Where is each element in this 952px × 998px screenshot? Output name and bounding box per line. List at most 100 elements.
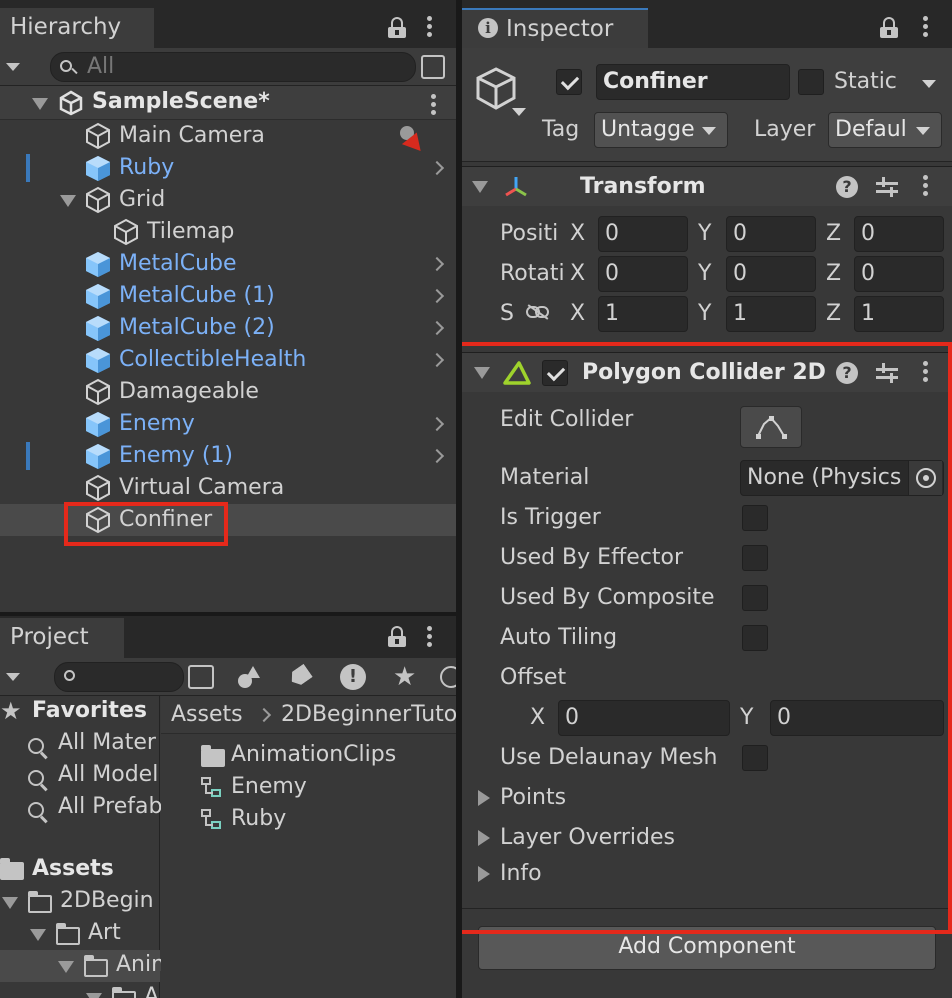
lock-icon[interactable] xyxy=(388,17,406,38)
scene-expand-arrow[interactable] xyxy=(32,98,48,110)
file-item[interactable]: Enemy xyxy=(231,772,307,802)
file-item[interactable]: Ruby xyxy=(231,804,286,834)
axis-label-y: Y xyxy=(698,221,712,246)
breadcrumb-assets[interactable]: Assets xyxy=(171,700,243,730)
tree-expand-arrow[interactable] xyxy=(58,961,74,973)
hierarchy-item-label: Ruby xyxy=(119,155,175,180)
hierarchy-item[interactable]: Enemy xyxy=(0,408,456,440)
breadcrumb: Assets 2DBeginnerTuto xyxy=(161,696,456,734)
scene-row[interactable]: SampleScene* xyxy=(0,86,456,120)
chevron-right-icon[interactable] xyxy=(429,448,445,464)
search-filter-icon-handle xyxy=(40,783,48,791)
transform-z-value: 1 xyxy=(861,301,875,326)
file-item[interactable]: AnimationClips xyxy=(231,740,396,770)
inspector-menu-icon[interactable] xyxy=(922,16,928,40)
transform-z-field[interactable]: 1 xyxy=(854,296,944,332)
prefab-cube-icon xyxy=(86,284,110,309)
hierarchy-item[interactable]: MetalCube (1) xyxy=(0,280,456,312)
project-search-icon xyxy=(64,670,75,681)
hierarchy-item-label: Main Camera xyxy=(119,123,265,148)
transform-row-label: Rotati xyxy=(500,261,565,286)
project-add-dropdown-icon[interactable] xyxy=(6,673,20,681)
hierarchy-item[interactable]: MetalCube (2) xyxy=(0,312,456,344)
favorite-item[interactable]: All Prefab xyxy=(58,792,162,822)
prefab-cube-icon xyxy=(86,252,110,277)
favorites-label[interactable]: Favorites xyxy=(32,696,147,726)
project-maximize-icon[interactable] xyxy=(188,665,214,689)
animator-controller-icon xyxy=(201,809,223,831)
hierarchy-item-label: Tilemap xyxy=(147,219,235,244)
project-lock-icon[interactable] xyxy=(388,626,406,647)
add-component-label: Add Component xyxy=(618,934,796,959)
hierarchy-item[interactable]: CollectibleHealth xyxy=(0,344,456,376)
favorite-item[interactable]: All Mater xyxy=(58,728,156,758)
log-filter-icon[interactable]: ! xyxy=(340,664,366,690)
chevron-right-icon[interactable] xyxy=(429,352,445,368)
hierarchy-item[interactable]: Ruby xyxy=(0,152,456,184)
chevron-right-icon[interactable] xyxy=(429,160,445,176)
hierarchy-item[interactable]: Enemy (1) xyxy=(0,440,456,472)
object-name-field[interactable]: Confiner xyxy=(596,64,790,100)
layer-dropdown-arrow xyxy=(916,127,930,135)
assets-label[interactable]: Assets xyxy=(32,854,114,884)
info-icon: i xyxy=(478,18,498,38)
hierarchy-item[interactable]: Virtual Camera xyxy=(0,472,456,504)
transform-y-field[interactable]: 1 xyxy=(726,296,816,332)
transform-x-field[interactable]: 0 xyxy=(598,216,688,252)
prefab-override-bar xyxy=(26,154,30,182)
transform-z-field[interactable]: 0 xyxy=(854,256,944,292)
tab-hierarchy[interactable]: Hierarchy xyxy=(0,8,154,48)
search-filter-icon-handle xyxy=(40,815,48,823)
hierarchy-item[interactable]: Grid xyxy=(0,184,456,216)
axis-label-z: Z xyxy=(826,301,842,326)
icon-dropdown-arrow[interactable] xyxy=(512,108,526,116)
hierarchy-item[interactable]: Main Camera xyxy=(0,120,456,152)
add-dropdown-icon[interactable] xyxy=(6,63,20,71)
chevron-right-icon[interactable] xyxy=(429,256,445,272)
tree-expand-arrow[interactable] xyxy=(30,929,46,941)
chevron-right-icon[interactable] xyxy=(429,416,445,432)
project-menu-icon[interactable] xyxy=(426,626,432,650)
transform-z-field[interactable]: 0 xyxy=(854,216,944,252)
maximize-icon[interactable] xyxy=(421,55,445,79)
transform-presets-icon[interactable] xyxy=(876,177,898,197)
tree-expand-arrow[interactable] xyxy=(2,897,18,909)
tree-folder-label[interactable]: A xyxy=(144,982,159,998)
transform-menu-icon[interactable] xyxy=(922,175,928,199)
scale-link-icon[interactable] xyxy=(526,304,550,320)
hierarchy-search-input[interactable]: All xyxy=(50,52,416,82)
transform-header[interactable]: Transform ? xyxy=(462,166,952,206)
gameobject-cube-icon[interactable] xyxy=(474,66,518,112)
hierarchy-menu-icon[interactable] xyxy=(426,16,432,40)
breadcrumb-folder[interactable]: 2DBeginnerTuto xyxy=(281,700,456,730)
expand-arrow[interactable] xyxy=(60,195,76,207)
transform-help-icon[interactable]: ? xyxy=(836,176,858,198)
prefab-cube-icon xyxy=(86,412,110,437)
hierarchy-item[interactable]: Tilemap xyxy=(0,216,456,248)
tab-project[interactable]: Project xyxy=(0,618,124,658)
type-filter-icon[interactable] xyxy=(238,666,260,688)
chevron-right-icon[interactable] xyxy=(429,320,445,336)
scene-menu-icon[interactable] xyxy=(430,94,436,118)
transform-x-field[interactable]: 1 xyxy=(598,296,688,332)
transform-y-field[interactable]: 0 xyxy=(726,216,816,252)
hierarchy-item[interactable]: Damageable xyxy=(0,376,456,408)
chevron-right-icon[interactable] xyxy=(429,288,445,304)
label-filter-icon[interactable] xyxy=(287,664,313,689)
static-checkbox[interactable] xyxy=(798,69,824,95)
transform-x-field[interactable]: 0 xyxy=(598,256,688,292)
hidden-packages-icon[interactable] xyxy=(440,666,456,688)
tree-expand-arrow[interactable] xyxy=(86,993,102,998)
static-dropdown-icon[interactable] xyxy=(922,80,936,88)
hierarchy-item[interactable]: MetalCube xyxy=(0,248,456,280)
favorite-item[interactable]: All Model xyxy=(58,760,158,790)
tree-folder-label[interactable]: 2DBegin xyxy=(60,886,154,916)
transform-y-field[interactable]: 0 xyxy=(726,256,816,292)
favorite-star-icon[interactable]: ★ xyxy=(393,662,416,692)
transform-foldout-arrow[interactable] xyxy=(472,181,488,193)
inspector-lock-icon[interactable] xyxy=(880,17,898,38)
transform-z-value: 0 xyxy=(861,261,875,286)
tree-folder-label[interactable]: Art xyxy=(88,918,121,948)
object-active-checkbox[interactable] xyxy=(556,69,582,95)
hierarchy-toolbar: All xyxy=(0,48,456,86)
